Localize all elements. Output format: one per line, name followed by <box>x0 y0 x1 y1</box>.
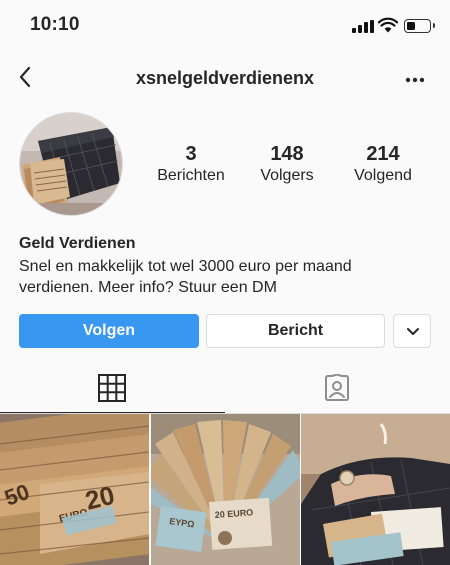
status-time: 10:10 <box>30 14 80 35</box>
stat-following[interactable]: 214 Volgend <box>333 143 433 185</box>
post-grid: 50 20 EURO 20 EU <box>0 414 450 565</box>
post-thumbnail-3[interactable] <box>301 414 450 565</box>
stat-followers-label: Volgers <box>260 167 314 184</box>
profile-bio-text: Snel en makkelijk tot wel 3000 euro per … <box>19 258 352 296</box>
stat-following-count: 214 <box>366 143 400 165</box>
status-bar: 10:10 <box>0 0 450 48</box>
profile-display-name: Geld Verdienen <box>19 235 136 252</box>
cellular-signal-icon <box>352 20 374 33</box>
avatar[interactable] <box>19 112 123 216</box>
stat-posts-count: 3 <box>185 143 197 165</box>
stat-followers-count: 148 <box>270 143 304 165</box>
stat-following-label: Volgend <box>354 167 412 184</box>
battery-icon <box>404 19 435 33</box>
grid-icon <box>98 374 126 402</box>
profile-header: xsnelgeldverdienenx <box>0 52 450 104</box>
profile-tabs <box>0 362 450 414</box>
wifi-icon <box>378 17 398 33</box>
chevron-down-icon <box>407 328 419 335</box>
profile-bio: Geld Verdienen Snel en makkelijk tot wel… <box>19 234 434 298</box>
post-thumbnail-2[interactable]: 20 EURO EYPΩ <box>151 414 300 565</box>
more-horizontal-icon[interactable] <box>400 70 430 90</box>
battery-level <box>407 22 415 30</box>
tagged-person-icon <box>325 374 349 401</box>
message-button[interactable]: Bericht <box>206 314 385 348</box>
suggested-accounts-button[interactable] <box>393 314 431 348</box>
stat-posts[interactable]: 3 Berichten <box>141 143 241 185</box>
follow-button[interactable]: Volgen <box>19 314 199 348</box>
tab-grid[interactable] <box>0 362 225 413</box>
tab-tagged[interactable] <box>225 362 450 413</box>
profile-username: xsnelgeldverdienenx <box>135 68 315 88</box>
post-thumbnail-1[interactable]: 50 20 EURO <box>0 414 149 565</box>
stat-posts-label: Berichten <box>157 167 225 184</box>
stat-followers[interactable]: 148 Volgers <box>237 143 337 185</box>
